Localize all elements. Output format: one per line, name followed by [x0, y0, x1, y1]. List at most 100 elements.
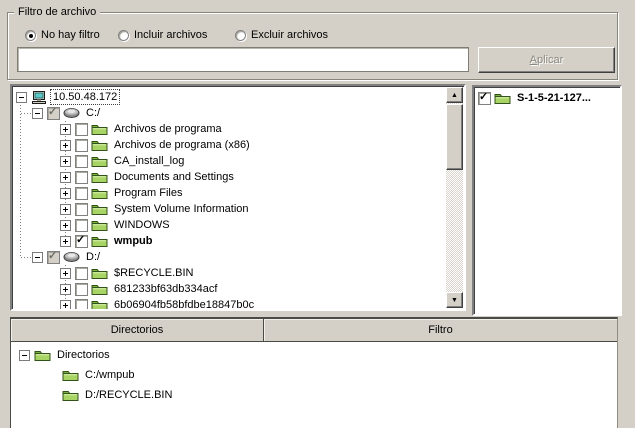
expand-icon[interactable]: [60, 155, 71, 167]
apply-button[interactable]: Aplicar: [478, 47, 615, 73]
checkbox[interactable]: [75, 186, 88, 200]
server-tree-panel: 10.50.48.172 ✓ C:/Archivos de programa Arch…: [10, 84, 466, 311]
scrollbar-thumb[interactable]: [446, 104, 463, 170]
tree-node-label[interactable]: D:/RECYCLE.BIN: [83, 388, 174, 402]
tree-row[interactable]: D:/RECYCLE.BIN: [11, 385, 617, 405]
tree-node-label[interactable]: System Volume Information: [112, 202, 251, 216]
folder-icon: [62, 368, 79, 382]
tree-row[interactable]: 6b06904fb58bfdbe18847b0c: [13, 297, 446, 309]
tree-node-label[interactable]: Archivos de programa (x86): [112, 138, 252, 152]
radio-button-icon[interactable]: [235, 29, 246, 41]
radio-label: Excluir archivos: [251, 29, 329, 41]
tree-node-label[interactable]: CA_install_log: [112, 154, 186, 168]
checkbox[interactable]: [75, 266, 88, 280]
radio-label: Incluir archivos: [134, 29, 208, 41]
folder-icon: [91, 170, 108, 184]
radio-button-icon[interactable]: [25, 29, 36, 41]
folder-icon: [91, 154, 108, 168]
tree-row[interactable]: Documents and Settings: [13, 169, 446, 185]
radio-no-filter[interactable]: No hay filtro: [25, 28, 100, 42]
tree-node-label[interactable]: C:/wmpub: [83, 368, 137, 382]
tree-row[interactable]: ✓ wmpub: [13, 233, 446, 249]
expand-icon[interactable]: [60, 235, 71, 247]
summary-panel: Directorios Filtro Directorios C:/wmpub D:…: [10, 317, 618, 428]
folder-icon: [494, 91, 511, 105]
tree-row[interactable]: $RECYCLE.BIN: [13, 265, 446, 281]
checkbox[interactable]: [75, 218, 88, 232]
tree-node-label[interactable]: S-1-5-21-127...: [515, 91, 593, 105]
tree-node-label[interactable]: 6b06904fb58bfdbe18847b0c: [112, 298, 256, 309]
collapse-icon[interactable]: [32, 107, 43, 119]
expand-icon[interactable]: [60, 171, 71, 183]
drive-icon: [63, 251, 80, 263]
folder-icon: [91, 218, 108, 232]
tree-row[interactable]: Archivos de programa: [13, 121, 446, 137]
folder-icon: [91, 186, 108, 200]
checkbox[interactable]: ✓: [75, 234, 88, 248]
scroll-down-button[interactable]: ▼: [446, 292, 463, 308]
tree-row[interactable]: ✓ S-1-5-21-127...: [475, 90, 619, 106]
tree-node-label[interactable]: Archivos de programa: [112, 122, 224, 136]
collapse-icon[interactable]: [16, 91, 27, 103]
tree-row[interactable]: 681233bf63db334acf: [13, 281, 446, 297]
checkbox[interactable]: [75, 282, 88, 296]
expand-icon[interactable]: [60, 219, 71, 231]
radio-button-icon[interactable]: [118, 29, 129, 41]
checkbox[interactable]: ✓: [478, 90, 491, 105]
tree-row[interactable]: WINDOWS: [13, 217, 446, 233]
summary-tree: Directorios C:/wmpub D:/RECYCLE.BIN: [11, 342, 617, 428]
collapse-icon[interactable]: [19, 349, 30, 361]
checkmark-icon: ✓: [479, 90, 489, 103]
tree-node-label[interactable]: Directorios: [55, 348, 112, 362]
filter-pattern-input[interactable]: [17, 47, 469, 72]
radio-label: No hay filtro: [41, 29, 100, 41]
column-header-directorios[interactable]: Directorios: [11, 319, 264, 341]
checkbox[interactable]: [75, 122, 88, 136]
tree-node-label[interactable]: WINDOWS: [112, 218, 172, 232]
tree-row[interactable]: Archivos de programa (x86): [13, 137, 446, 153]
checkbox[interactable]: ✓: [47, 105, 60, 120]
expand-icon[interactable]: [60, 267, 71, 279]
tree-row[interactable]: CA_install_log: [13, 153, 446, 169]
tree-node-label[interactable]: D:/: [84, 250, 102, 264]
folder-icon: [91, 202, 108, 216]
vertical-scrollbar[interactable]: ▲ ▼: [446, 87, 463, 308]
tree-row[interactable]: ✓ C:/: [13, 105, 446, 121]
checkbox[interactable]: [75, 298, 88, 309]
tree-node-label[interactable]: C:/: [84, 106, 102, 120]
folder-icon: [91, 266, 108, 280]
checkbox[interactable]: [75, 138, 88, 152]
tree-node-label[interactable]: $RECYCLE.BIN: [112, 266, 195, 280]
radio-exclude-files[interactable]: Excluir archivos: [235, 28, 328, 42]
checkbox[interactable]: ✓: [47, 250, 60, 264]
tree-node-label[interactable]: 10.50.48.172: [49, 89, 121, 105]
folder-icon: [62, 388, 79, 402]
tree-row[interactable]: Directorios: [11, 345, 617, 365]
expand-icon[interactable]: [60, 299, 71, 309]
checkmark-icon: ✓: [48, 105, 58, 118]
collapse-icon[interactable]: [32, 251, 43, 263]
app-window: { "icons": { "check": "✓", "up_arrow": "…: [0, 0, 635, 428]
scroll-up-button[interactable]: ▲: [446, 87, 463, 103]
tree-row[interactable]: Program Files: [13, 185, 446, 201]
radio-include-files[interactable]: Incluir archivos: [118, 28, 207, 42]
tree-row[interactable]: 10.50.48.172: [13, 89, 446, 105]
checkbox[interactable]: [75, 154, 88, 168]
expand-icon[interactable]: [60, 123, 71, 135]
checkbox[interactable]: [75, 202, 88, 216]
tree-node-label[interactable]: 681233bf63db334acf: [112, 282, 219, 296]
expand-icon[interactable]: [60, 139, 71, 151]
tree-node-label[interactable]: Program Files: [112, 186, 184, 200]
folder-icon: [91, 122, 108, 136]
expand-icon[interactable]: [60, 187, 71, 199]
column-header-filtro[interactable]: Filtro: [264, 319, 617, 341]
selection-list: ✓ S-1-5-21-127...: [475, 88, 619, 313]
tree-node-label[interactable]: wmpub: [112, 234, 155, 248]
tree-row[interactable]: C:/wmpub: [11, 365, 617, 385]
expand-icon[interactable]: [60, 203, 71, 215]
tree-row[interactable]: ✓ D:/: [13, 249, 446, 265]
tree-row[interactable]: System Volume Information: [13, 201, 446, 217]
expand-icon[interactable]: [60, 283, 71, 295]
checkbox[interactable]: [75, 170, 88, 184]
tree-node-label[interactable]: Documents and Settings: [112, 170, 236, 184]
